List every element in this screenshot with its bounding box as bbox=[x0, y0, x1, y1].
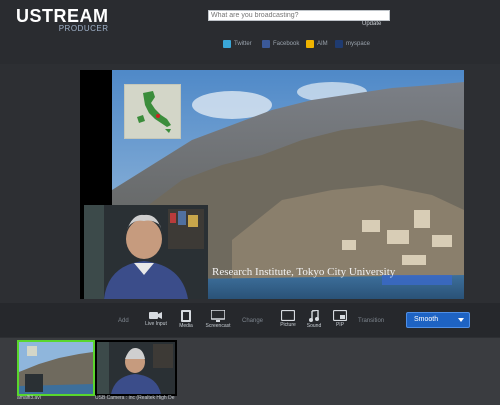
camera-icon bbox=[149, 312, 162, 319]
ustream-producer-logo: USTREAM PRODUCER bbox=[16, 7, 109, 33]
share-twitter-label: Twitter bbox=[234, 41, 252, 47]
broadcast-preview: Research Institute, Tokyo City Universit… bbox=[80, 70, 464, 299]
media-label: Media bbox=[179, 323, 193, 329]
screencast-label: Screencast bbox=[205, 323, 231, 329]
share-myspace[interactable]: myspace bbox=[335, 40, 370, 48]
share-facebook[interactable]: Facebook bbox=[262, 40, 299, 48]
source-thumbnail-amalfi bbox=[17, 340, 95, 396]
music-note-icon bbox=[309, 310, 319, 322]
source-thumbnail-usb-camera bbox=[95, 340, 177, 396]
update-button[interactable]: Update bbox=[362, 21, 381, 27]
facebook-icon bbox=[262, 40, 270, 48]
italy-map-overlay bbox=[124, 84, 181, 139]
pip-button[interactable]: PIP bbox=[325, 310, 355, 328]
media-button[interactable]: Media bbox=[171, 310, 201, 329]
transition-value: Smooth bbox=[414, 316, 439, 323]
share-aim[interactable]: AIM bbox=[306, 40, 328, 48]
logo-main-text: USTREAM bbox=[16, 6, 109, 26]
share-myspace-label: myspace bbox=[346, 41, 371, 47]
change-label: Change bbox=[242, 318, 264, 324]
monitor-icon bbox=[211, 310, 225, 322]
pip-label: PIP bbox=[335, 322, 345, 328]
status-input[interactable] bbox=[208, 10, 390, 21]
share-aim-label: AIM bbox=[317, 41, 328, 47]
source-label-usb-camera: USB Camera : inc (Realtek High De bbox=[95, 395, 175, 401]
aim-icon bbox=[306, 40, 314, 48]
source-label-amalfi: amalfi3.avi bbox=[17, 395, 41, 401]
transition-dropdown[interactable]: Smooth bbox=[406, 312, 470, 328]
pip-icon bbox=[333, 310, 347, 321]
screencast-button[interactable]: Screencast bbox=[203, 310, 233, 329]
share-facebook-label: Facebook bbox=[273, 41, 300, 47]
lower-third-caption: Research Institute, Tokyo City Universit… bbox=[212, 266, 396, 278]
live-input-button[interactable]: Live Input bbox=[141, 310, 171, 327]
film-icon bbox=[181, 310, 191, 322]
picture-icon bbox=[281, 310, 295, 321]
chevron-down-icon bbox=[458, 318, 464, 322]
add-label: Add bbox=[118, 318, 129, 324]
myspace-icon bbox=[335, 40, 343, 48]
share-twitter[interactable]: Twitter bbox=[223, 40, 252, 48]
live-input-label: Live Input bbox=[145, 321, 167, 327]
twitter-icon bbox=[223, 40, 231, 48]
transition-label: Transition bbox=[358, 318, 385, 324]
camera-pip[interactable] bbox=[84, 205, 208, 299]
